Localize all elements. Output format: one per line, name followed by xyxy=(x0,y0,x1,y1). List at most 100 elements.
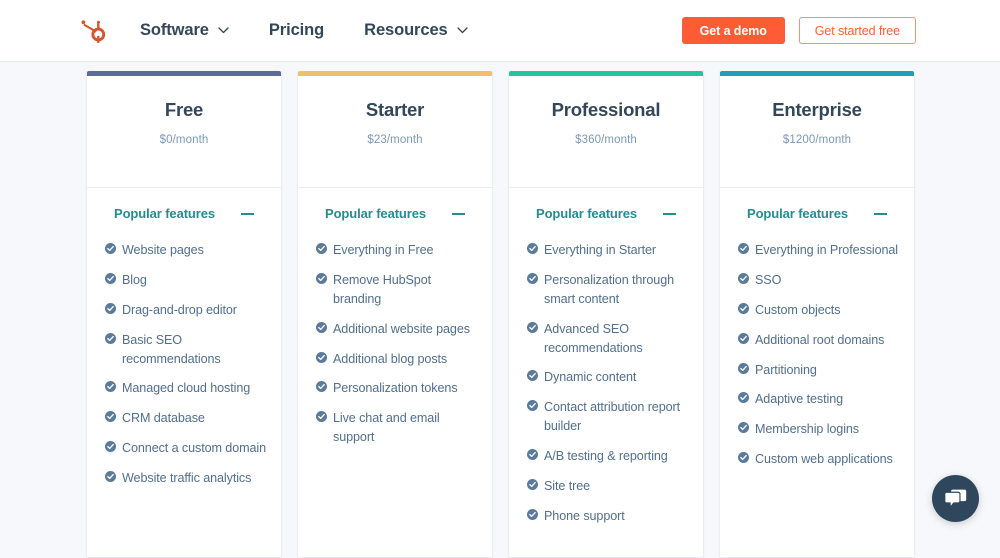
card-header: Professional$360/month xyxy=(509,76,703,188)
check-circle-icon xyxy=(105,411,116,422)
feature-list-item: Membership logins xyxy=(738,420,901,439)
feature-list-item: Custom web applications xyxy=(738,450,901,469)
feature-list-item: CRM database xyxy=(105,409,268,428)
feature-list-item: Drag-and-drop editor xyxy=(105,301,268,320)
check-circle-icon xyxy=(738,243,749,254)
feature-label: Website traffic analytics xyxy=(122,469,251,488)
check-circle-icon xyxy=(738,273,749,284)
check-circle-icon xyxy=(527,370,538,381)
feature-list-item: Contact attribution report builder xyxy=(527,398,690,436)
feature-label: Drag-and-drop editor xyxy=(122,301,237,320)
feature-label: Additional blog posts xyxy=(333,350,447,369)
hubspot-sprocket-icon xyxy=(79,17,107,45)
check-circle-icon xyxy=(316,322,327,333)
pricing-card: Starter $23/month Popular features Everythi… xyxy=(297,71,493,558)
check-circle-icon xyxy=(527,449,538,460)
feature-label: Personalization tokens xyxy=(333,379,458,398)
feature-label: CRM database xyxy=(122,409,205,428)
feature-list-item: Remove HubSpot branding xyxy=(316,271,479,309)
check-circle-icon xyxy=(105,243,116,254)
chat-widget-button[interactable] xyxy=(932,475,979,522)
popular-features-toggle[interactable]: Popular features xyxy=(87,188,281,227)
minus-icon xyxy=(663,213,676,215)
check-circle-icon xyxy=(316,352,327,363)
minus-icon xyxy=(241,213,254,215)
popular-features-toggle[interactable]: Popular features xyxy=(298,188,492,227)
plan-name: Free xyxy=(165,99,203,121)
minus-icon xyxy=(452,213,465,215)
popular-features-toggle[interactable]: Popular features xyxy=(720,188,914,227)
feature-list-item: Personalization tokens xyxy=(316,379,479,398)
feature-label: Custom web applications xyxy=(755,450,893,469)
feature-label: Basic SEO recommendations xyxy=(122,331,268,369)
feature-label: Advanced SEO recommendations xyxy=(544,320,690,358)
feature-list-item: Adaptive testing xyxy=(738,390,901,409)
top-navigation-bar: Software Pricing Resources Get a demo Ge… xyxy=(0,0,1000,62)
check-circle-icon xyxy=(105,303,116,314)
nav-item-label: Pricing xyxy=(269,21,324,40)
feature-list-item: Phone support xyxy=(527,507,690,526)
plan-name: Professional xyxy=(552,99,661,121)
feature-label: A/B testing & reporting xyxy=(544,447,668,466)
card-header: Free $0/month xyxy=(87,76,281,188)
feature-label: Membership logins xyxy=(755,420,859,439)
plan-name: Starter xyxy=(366,99,424,121)
feature-list-item: Managed cloud hosting xyxy=(105,379,268,398)
get-started-free-button[interactable]: Get started free xyxy=(799,17,916,44)
check-circle-icon xyxy=(738,452,749,463)
pricing-card: Free $0/month Popular features Website page… xyxy=(86,71,282,558)
feature-label: Additional website pages xyxy=(333,320,470,339)
feature-label: Personalization through smart content xyxy=(544,271,690,309)
check-circle-icon xyxy=(527,273,538,284)
feature-label: Phone support xyxy=(544,507,625,526)
check-circle-icon xyxy=(527,322,538,333)
feature-list-item: Blog xyxy=(105,271,268,290)
feature-list-item: Everything in Free xyxy=(316,241,479,260)
check-circle-icon xyxy=(738,392,749,403)
nav-item-resources[interactable]: Resources xyxy=(364,21,467,40)
check-circle-icon xyxy=(105,273,116,284)
popular-features-label: Popular features xyxy=(325,206,426,221)
plan-price: $23/month xyxy=(367,134,422,146)
nav-item-pricing[interactable]: Pricing xyxy=(269,21,324,40)
chevron-down-icon xyxy=(457,27,468,34)
plan-name: Enterprise xyxy=(772,99,862,121)
feature-label: SSO xyxy=(755,271,781,290)
get-a-demo-button[interactable]: Get a demo xyxy=(682,17,785,44)
primary-nav-links: Software Pricing Resources xyxy=(140,21,508,40)
feature-label: Custom objects xyxy=(755,301,840,320)
feature-label: Contact attribution report builder xyxy=(544,398,690,436)
feature-list-item: Additional root domains xyxy=(738,331,901,350)
feature-list-item: Website traffic analytics xyxy=(105,469,268,488)
popular-features-label: Popular features xyxy=(114,206,215,221)
check-circle-icon xyxy=(105,441,116,452)
header-action-buttons: Get a demo Get started free xyxy=(682,17,916,44)
pricing-cards-container: Free $0/month Popular features Website page… xyxy=(86,71,915,558)
check-circle-icon xyxy=(738,363,749,374)
nav-item-label: Resources xyxy=(364,21,447,40)
plan-price: $1200/month xyxy=(783,134,851,146)
feature-label: Blog xyxy=(122,271,147,290)
check-circle-icon xyxy=(527,243,538,254)
check-circle-icon xyxy=(738,422,749,433)
pricing-card: Enterprise $1200/month Popular features Eve… xyxy=(719,71,915,558)
feature-label: Dynamic content xyxy=(544,368,636,387)
feature-list: Everything in Starter Personalization thr… xyxy=(509,227,703,557)
plan-price: $0/month xyxy=(160,134,209,146)
popular-features-toggle[interactable]: Popular features xyxy=(509,188,703,227)
hubspot-logo-icon[interactable] xyxy=(74,12,112,50)
nav-item-software[interactable]: Software xyxy=(140,21,229,40)
popular-features-label: Popular features xyxy=(747,206,848,221)
feature-label: Everything in Professional xyxy=(755,241,898,260)
feature-list-item: Live chat and email support xyxy=(316,409,479,447)
check-circle-icon xyxy=(316,381,327,392)
check-circle-icon xyxy=(105,381,116,392)
feature-label: Site tree xyxy=(544,477,590,496)
check-circle-icon xyxy=(527,509,538,520)
check-circle-icon xyxy=(316,411,327,422)
feature-label: Website pages xyxy=(122,241,204,260)
feature-label: Adaptive testing xyxy=(755,390,843,409)
feature-label: Everything in Starter xyxy=(544,241,656,260)
check-circle-icon xyxy=(527,479,538,490)
feature-list-item: Website pages xyxy=(105,241,268,260)
